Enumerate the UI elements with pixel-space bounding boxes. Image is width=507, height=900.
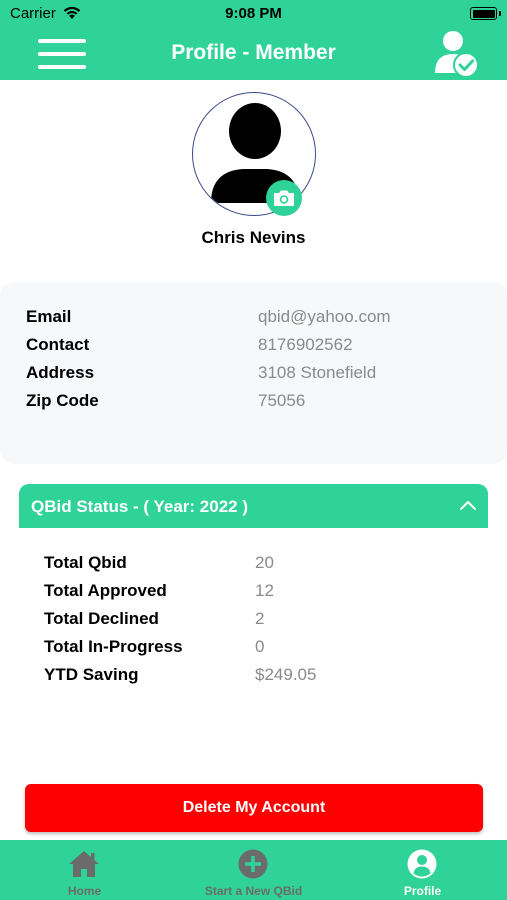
stat-label: Total In-Progress — [44, 637, 183, 656]
stat-row-total-qbid: Total Qbid 20 — [0, 553, 507, 577]
stat-label: YTD Saving — [44, 665, 139, 684]
profile-name: Chris Nevins — [201, 228, 306, 247]
stat-row-total-in-progress: Total In-Progress 0 — [0, 637, 507, 661]
stat-value: $249.05 — [255, 665, 317, 684]
stat-label: Total Declined — [44, 609, 159, 628]
stat-label: Total Qbid — [44, 553, 127, 572]
plus-circle-icon — [238, 849, 268, 879]
info-label: Contact — [26, 335, 90, 354]
chevron-up-icon[interactable] — [458, 496, 478, 516]
info-row-contact: Contact 8176902562 — [0, 335, 507, 359]
tab-start-new-qbid[interactable]: Start a New QBid — [169, 840, 338, 900]
clock: 9:08 PM — [225, 5, 282, 22]
tab-label: Start a New QBid — [204, 884, 303, 898]
tab-bar: Home Start a New QBid Profile — [0, 840, 507, 900]
stat-value: 0 — [255, 637, 265, 656]
stat-row-total-approved: Total Approved 12 — [0, 581, 507, 605]
tab-label: Profile — [403, 884, 442, 898]
stat-row-total-declined: Total Declined 2 — [0, 609, 507, 633]
stat-row-ytd-saving: YTD Saving $249.05 — [0, 665, 507, 689]
verified-user-icon[interactable] — [432, 28, 480, 78]
tab-home[interactable]: Home — [0, 840, 169, 900]
profile-icon — [407, 849, 437, 879]
qbid-status-title: QBid Status - ( Year: 2022 ) — [31, 497, 248, 516]
home-icon — [69, 851, 99, 877]
tab-profile[interactable]: Profile — [338, 840, 507, 900]
page-title: Profile - Member — [171, 41, 336, 64]
stat-value: 12 — [255, 581, 274, 600]
stat-value: 20 — [255, 553, 274, 572]
info-row-email: Email qbid@yahoo.com — [0, 307, 507, 331]
change-photo-button[interactable] — [266, 180, 302, 216]
battery-tip — [499, 11, 501, 16]
nav-bar: Profile - Member — [0, 28, 507, 80]
info-value: 3108 Stonefield — [258, 363, 377, 382]
camera-icon — [274, 190, 294, 206]
info-value: 8176902562 — [258, 335, 353, 354]
info-row-zip: Zip Code 75056 — [0, 391, 507, 415]
info-label: Zip Code — [26, 391, 99, 410]
info-label: Address — [26, 363, 95, 382]
tab-label: Home — [67, 884, 102, 898]
delete-account-button[interactable]: Delete My Account — [25, 784, 483, 832]
battery-icon — [470, 7, 497, 20]
stat-label: Total Approved — [44, 581, 167, 600]
info-value: 75056 — [258, 391, 306, 410]
info-value: qbid@yahoo.com — [258, 307, 391, 326]
info-row-address: Address 3108 Stonefield — [0, 363, 507, 387]
info-label: Email — [26, 307, 72, 326]
qbid-status-header[interactable]: QBid Status - ( Year: 2022 ) — [19, 484, 488, 528]
profile-info-card: Email qbid@yahoo.com Contact 8176902562 … — [0, 282, 507, 464]
stat-value: 2 — [255, 609, 265, 628]
status-bar: Carrier 9:08 PM — [0, 0, 507, 28]
